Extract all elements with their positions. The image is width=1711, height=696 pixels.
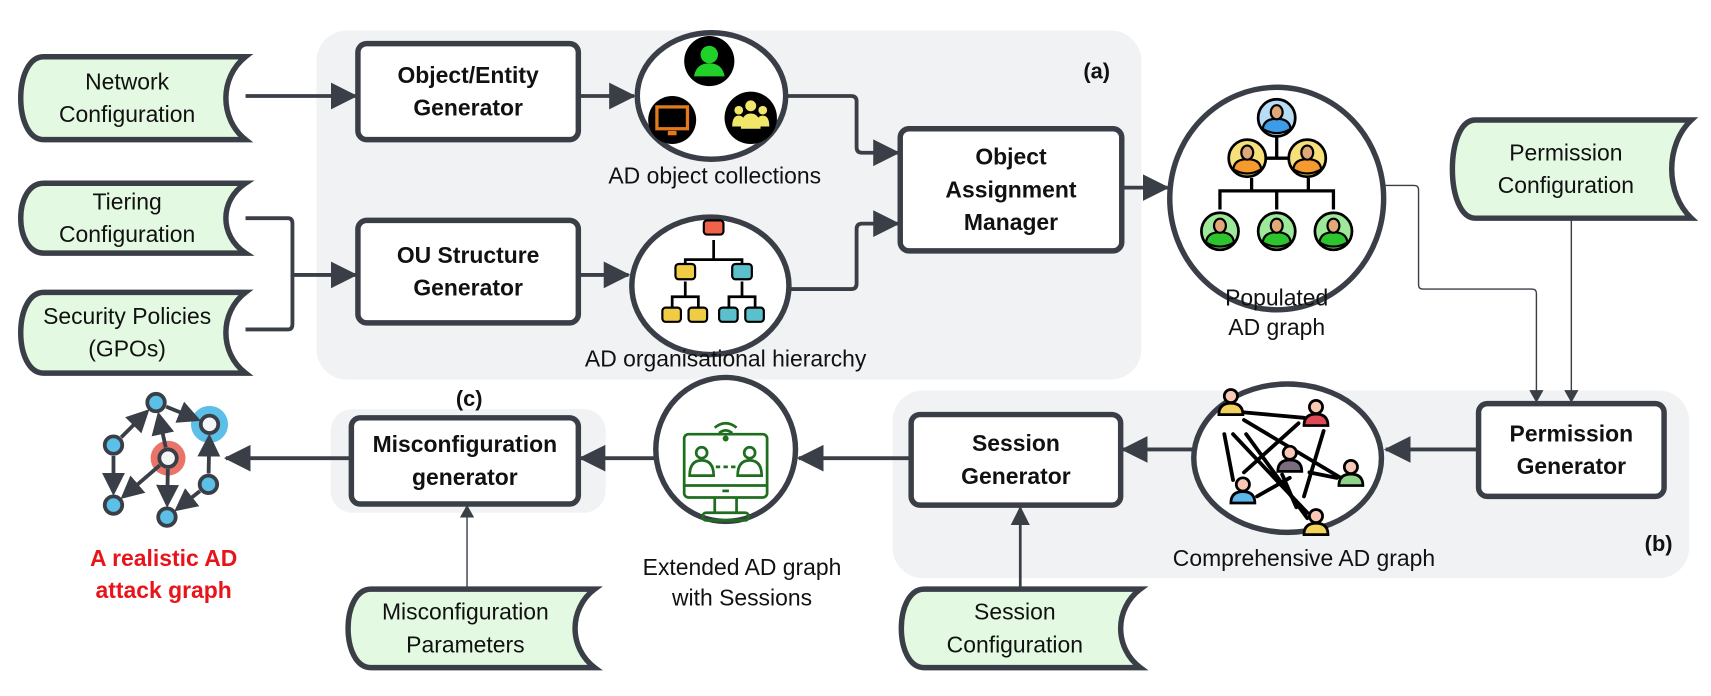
permission-generator-label-line1: Permission xyxy=(1510,420,1634,446)
session-configuration-label-line2: Configuration xyxy=(947,631,1083,657)
permission-configuration-label-line2: Configuration xyxy=(1498,172,1634,198)
session-generator-label-line2: Generator xyxy=(961,463,1071,489)
object-entity-generator-label-line2: Generator xyxy=(413,95,523,121)
object-entity-generator-box: Object/Entity Generator xyxy=(355,40,582,143)
ou-structure-generator-label-line1: OU Structure xyxy=(397,242,540,268)
extended-label-line1: Extended AD graph xyxy=(643,554,842,580)
extended-label-line2: with Sessions xyxy=(671,584,812,610)
hierarchy-label: AD organisational hierarchy xyxy=(585,346,867,372)
attack-graph-icon xyxy=(102,391,229,528)
misconfiguration-parameters-input: Misconfiguration Parameters xyxy=(345,586,603,671)
computer-icon xyxy=(648,96,697,144)
tiering-configuration-input: Tiering Configuration xyxy=(18,180,255,256)
tiering-configuration-label-line2: Configuration xyxy=(59,221,195,247)
group-b-label: (b) xyxy=(1645,531,1673,556)
security-policies-label-line2: (GPOs) xyxy=(88,336,166,362)
session-generator-label-line1: Session xyxy=(972,430,1060,456)
misconfiguration-generator-label-line1: Misconfiguration xyxy=(373,431,558,457)
attack-graph-node xyxy=(156,506,178,528)
object-assignment-manager-label-line3: Manager xyxy=(964,209,1058,235)
object-entity-generator-label-line1: Object/Entity xyxy=(397,62,539,88)
diagram: (a) (b) (c) Network Configuration Tiering C… xyxy=(0,0,1711,696)
pipeline-diagram: (a) (b) (c) Network Configuration Tiering C… xyxy=(18,30,1699,671)
avatar-user xyxy=(1313,211,1354,252)
attack-graph-node xyxy=(102,494,125,516)
session-configuration-label-line1: Session xyxy=(974,599,1056,625)
attack-graph-node xyxy=(157,447,179,469)
collections-label: AD object collections xyxy=(608,162,821,188)
attack-graph-node xyxy=(145,391,167,414)
misconfiguration-generator-label-line2: generator xyxy=(412,464,518,490)
permission-generator-label-line2: Generator xyxy=(1517,453,1627,479)
comprehensive-label: Comprehensive AD graph xyxy=(1173,545,1435,571)
network-configuration-label-line2: Configuration xyxy=(59,101,195,127)
extended-ad-graph xyxy=(653,374,799,525)
group-a-label: (a) xyxy=(1083,59,1110,84)
object-assignment-manager-label-line2: Assignment xyxy=(945,176,1076,202)
avatar-manager xyxy=(1227,138,1268,179)
avatar-user xyxy=(1256,211,1297,252)
attack-graph-node xyxy=(198,413,221,435)
ou-structure-generator-box: OU Structure Generator xyxy=(355,217,582,326)
ou-structure-generator-label-line2: Generator xyxy=(413,275,523,301)
comprehensive-ad-graph xyxy=(1191,381,1385,537)
populated-label-line1: Populated xyxy=(1225,284,1328,310)
avatar-manager xyxy=(1287,138,1328,179)
user-icon xyxy=(684,36,735,87)
avatar-user xyxy=(1200,211,1240,252)
permission-configuration-label-line1: Permission xyxy=(1509,139,1622,165)
output-label-line2: attack graph xyxy=(96,577,232,603)
security-policies-input: Security Policies (GPOs) xyxy=(18,289,254,376)
security-policies-label-line1: Security Policies xyxy=(43,303,211,329)
ad-object-collections xyxy=(634,30,789,162)
tiering-configuration-label-line1: Tiering xyxy=(93,188,162,214)
misconfiguration-parameters-label-line1: Misconfiguration xyxy=(382,599,549,625)
attack-edge xyxy=(197,433,221,474)
session-configuration-input: Session Configuration xyxy=(898,586,1149,671)
attack-edge xyxy=(119,409,150,439)
populated-ad-graph xyxy=(1167,84,1387,313)
permission-configuration-input: Permission Configuration xyxy=(1449,117,1699,221)
misconfiguration-generator-box: Misconfiguration generator xyxy=(348,415,582,507)
group-c-label: (c) xyxy=(456,386,483,411)
attack-graph-node xyxy=(197,473,220,495)
session-generator-box: Session Generator xyxy=(908,411,1124,508)
object-assignment-manager-box: Object Assignment Manager xyxy=(897,126,1125,254)
ad-organisational-hierarchy xyxy=(629,214,792,358)
attack-graph-node xyxy=(102,434,125,456)
avatar-admin xyxy=(1256,97,1297,138)
network-configuration-input: Network Configuration xyxy=(18,53,254,143)
group-icon xyxy=(724,91,777,144)
permission-generator-box: Permission Generator xyxy=(1475,400,1667,500)
attack-edge xyxy=(165,401,201,423)
populated-label-line2: AD graph xyxy=(1228,314,1325,340)
output-label-line1: A realistic AD xyxy=(90,545,237,571)
attack-edge xyxy=(156,469,180,508)
misconfiguration-parameters-label-line2: Parameters xyxy=(406,631,524,657)
object-assignment-manager-label-line1: Object xyxy=(975,144,1047,170)
attack-edge xyxy=(174,488,202,512)
network-configuration-label-line1: Network xyxy=(85,68,170,94)
attack-edge xyxy=(120,463,162,500)
